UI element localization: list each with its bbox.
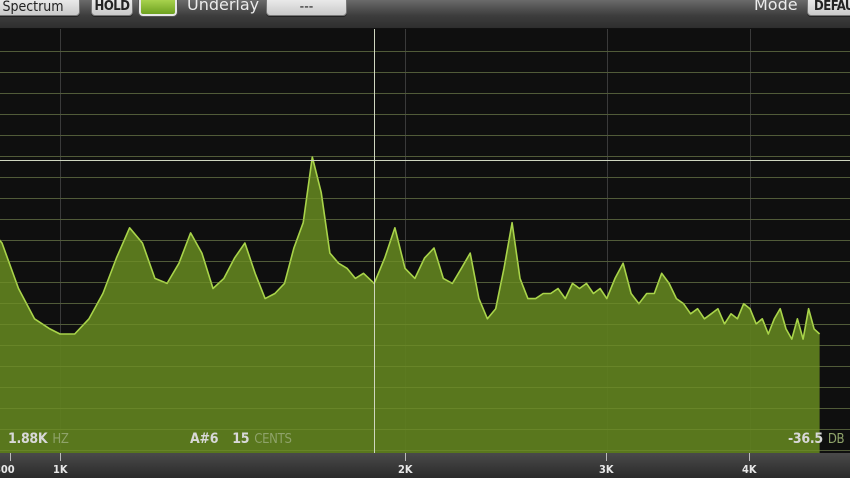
underlay-label: Underlay (187, 0, 260, 14)
mode-selector-button[interactable]: DEFAULT (807, 0, 850, 16)
note-readout: A#6 15 CENTS (190, 431, 292, 447)
axis-tickline (405, 453, 406, 461)
axis-tick-2k: 2K (398, 463, 413, 476)
mode-label: Mode (754, 0, 798, 14)
axis-tickline (749, 453, 750, 461)
view-selector-button[interactable]: Spectrum (0, 0, 80, 16)
axis-tick-4k: 4K (742, 463, 757, 476)
note-value: A#6 (190, 431, 219, 447)
frequency-unit: HZ (52, 432, 69, 447)
level-readout: -36.5 DB (788, 431, 845, 447)
axis-tick-800: 800 (0, 463, 15, 476)
hold-toggle[interactable] (139, 0, 177, 16)
hold-button[interactable]: HOLD (91, 0, 133, 16)
underlay-selector-button[interactable]: --- (266, 0, 347, 16)
axis-tick-3k: 3K (599, 463, 614, 476)
level-unit: DB (827, 432, 845, 447)
spectrum-plot[interactable]: 1.88K HZ A#6 15 CENTS -36.5 DB (0, 29, 850, 453)
frequency-axis: 800 1K 2K 3K 4K (0, 453, 850, 478)
spectrum-graph (0, 29, 850, 453)
frequency-value: 1.88K (8, 431, 48, 447)
level-value: -36.5 (788, 431, 823, 447)
axis-tickline (60, 453, 61, 461)
axis-tickline (606, 453, 607, 461)
frequency-readout: 1.88K HZ (8, 431, 69, 447)
cents-unit: CENTS (254, 432, 292, 447)
axis-tickline (10, 453, 11, 461)
axis-tick-1k: 1K (53, 463, 68, 476)
cents-value: 15 (232, 431, 250, 447)
toolbar: Spectrum HOLD Underlay --- Mode DEFAULT (0, 0, 850, 29)
